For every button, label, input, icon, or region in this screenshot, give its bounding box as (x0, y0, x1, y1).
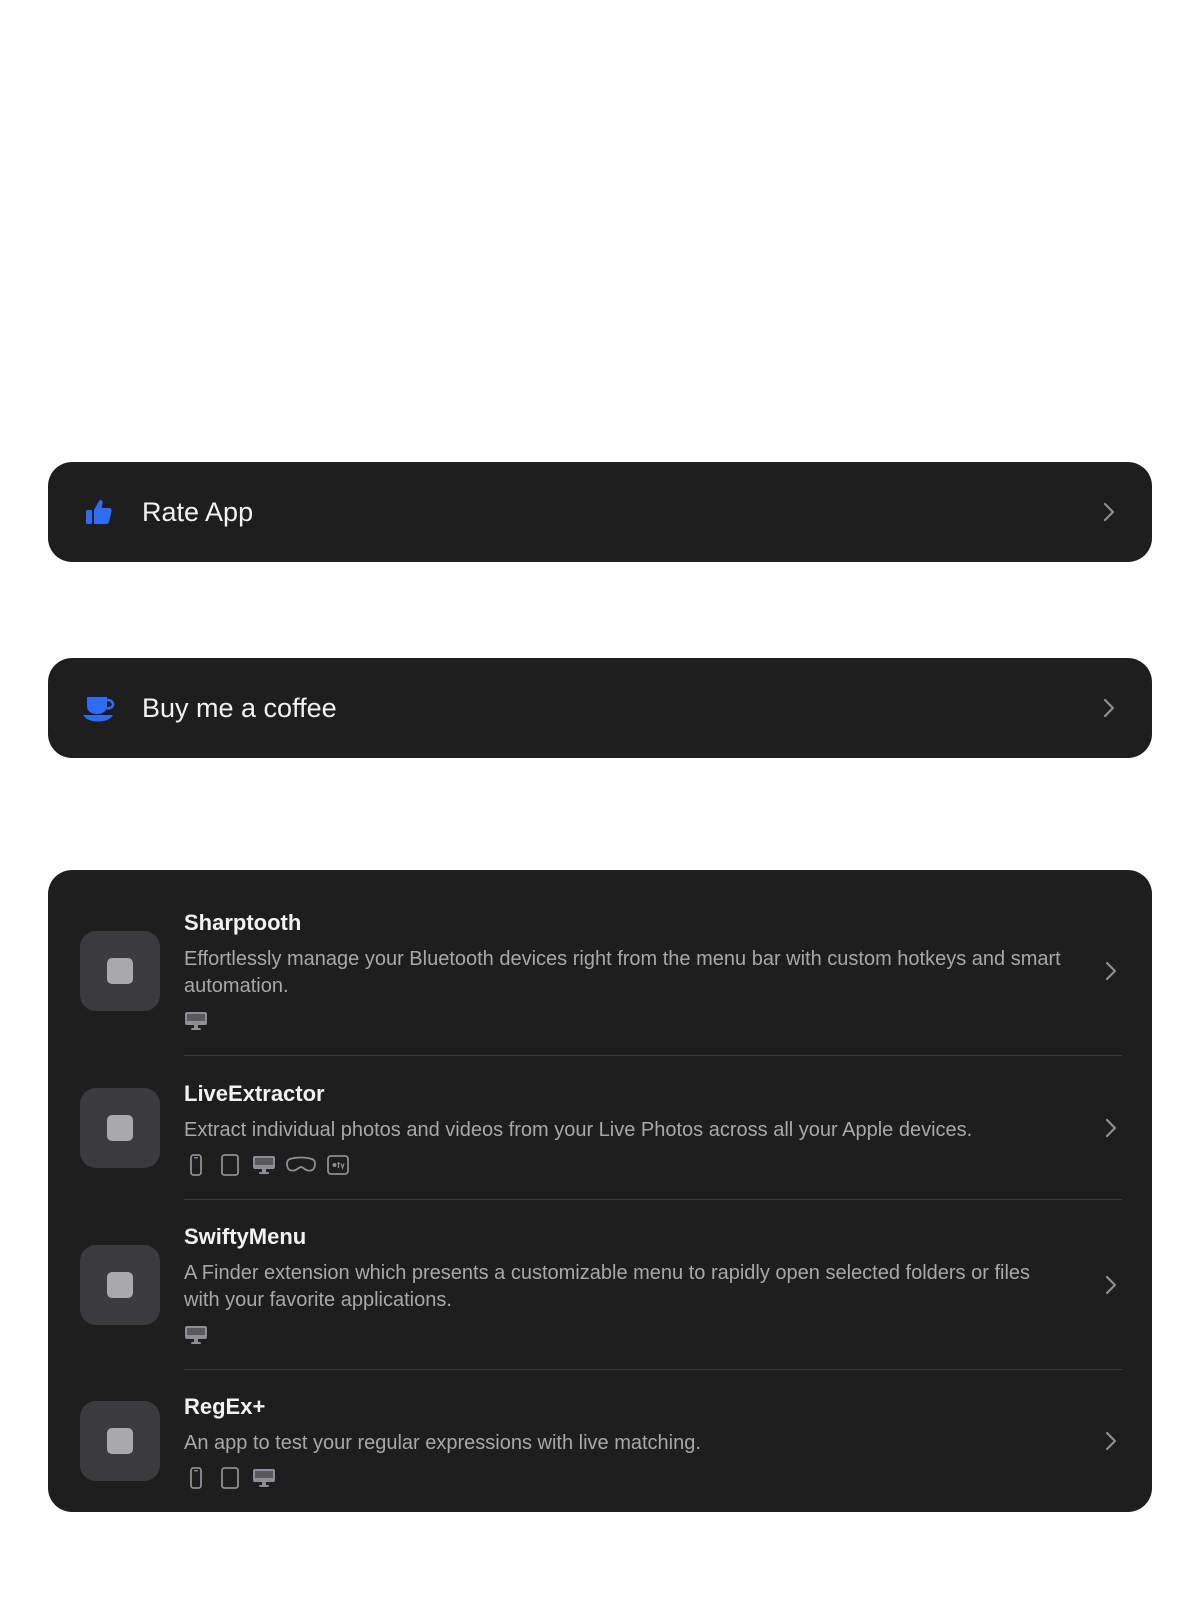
app-icon (80, 931, 160, 1011)
rate-app-row[interactable]: Rate App (48, 462, 1152, 562)
chevron-right-icon (1098, 501, 1120, 523)
platform-icons (184, 1010, 1070, 1032)
app-row-liveextractor[interactable]: LiveExtractor Extract individual photos … (80, 1056, 1122, 1200)
iphone-icon (184, 1466, 208, 1489)
apple-tv-icon (326, 1154, 350, 1176)
app-icon-placeholder (107, 1428, 133, 1454)
mac-icon (252, 1154, 276, 1176)
app-icon-placeholder (107, 1115, 133, 1141)
mac-icon (252, 1467, 276, 1489)
page: Rate App Buy me a coffee Sharptooth Effo… (0, 0, 1200, 1600)
app-icon (80, 1401, 160, 1481)
app-description: Effortlessly manage your Bluetooth devic… (184, 948, 1061, 997)
app-icon-placeholder (107, 1272, 133, 1298)
app-text: RegEx+ An app to test your regular expre… (184, 1394, 1100, 1489)
platform-icons (184, 1324, 1070, 1346)
app-description: Extract individual photos and videos fro… (184, 1118, 973, 1141)
chevron-right-icon (1100, 1274, 1122, 1296)
app-description: A Finder extension which presents a cust… (184, 1262, 1031, 1311)
buy-coffee-row[interactable]: Buy me a coffee (48, 658, 1152, 758)
coffee-card: Buy me a coffee (48, 658, 1152, 758)
platform-icons (184, 1466, 1070, 1489)
app-text: LiveExtractor Extract individual photos … (184, 1081, 1100, 1176)
chevron-right-icon (1100, 960, 1122, 982)
app-name: SwiftyMenu (184, 1224, 307, 1249)
app-name: RegEx+ (184, 1393, 266, 1419)
chevron-right-icon (1100, 1430, 1122, 1452)
coffee-cup-icon (82, 691, 116, 725)
ipad-icon (218, 1466, 242, 1489)
app-description: An app to test your regular expressions … (184, 1431, 701, 1454)
vision-pro-icon (286, 1154, 316, 1176)
app-row-sharptooth[interactable]: Sharptooth Effortlessly manage your Blue… (80, 886, 1122, 1056)
iphone-icon (184, 1153, 208, 1176)
app-row-swiftymenu[interactable]: SwiftyMenu A Finder extension which pres… (80, 1200, 1122, 1370)
thumbs-up-icon (82, 495, 116, 529)
app-icon (80, 1088, 160, 1168)
platform-icons (184, 1153, 1070, 1176)
chevron-right-icon (1098, 697, 1120, 719)
mac-icon (184, 1324, 208, 1346)
other-apps-card: Sharptooth Effortlessly manage your Blue… (48, 870, 1152, 1512)
buy-coffee-label: Buy me a coffee (142, 692, 337, 723)
app-icon (80, 1245, 160, 1325)
app-name: Sharptooth (184, 910, 302, 935)
app-icon-placeholder (107, 958, 133, 984)
app-row-regex-plus[interactable]: RegEx+ An app to test your regular expre… (80, 1370, 1122, 1512)
chevron-right-icon (1100, 1117, 1122, 1139)
ipad-icon (218, 1153, 242, 1176)
app-text: Sharptooth Effortlessly manage your Blue… (184, 910, 1100, 1032)
app-name: LiveExtractor (184, 1080, 325, 1106)
mac-icon (184, 1010, 208, 1032)
app-text: SwiftyMenu A Finder extension which pres… (184, 1224, 1100, 1346)
rate-app-label: Rate App (142, 496, 254, 527)
rate-app-card: Rate App (48, 462, 1152, 562)
